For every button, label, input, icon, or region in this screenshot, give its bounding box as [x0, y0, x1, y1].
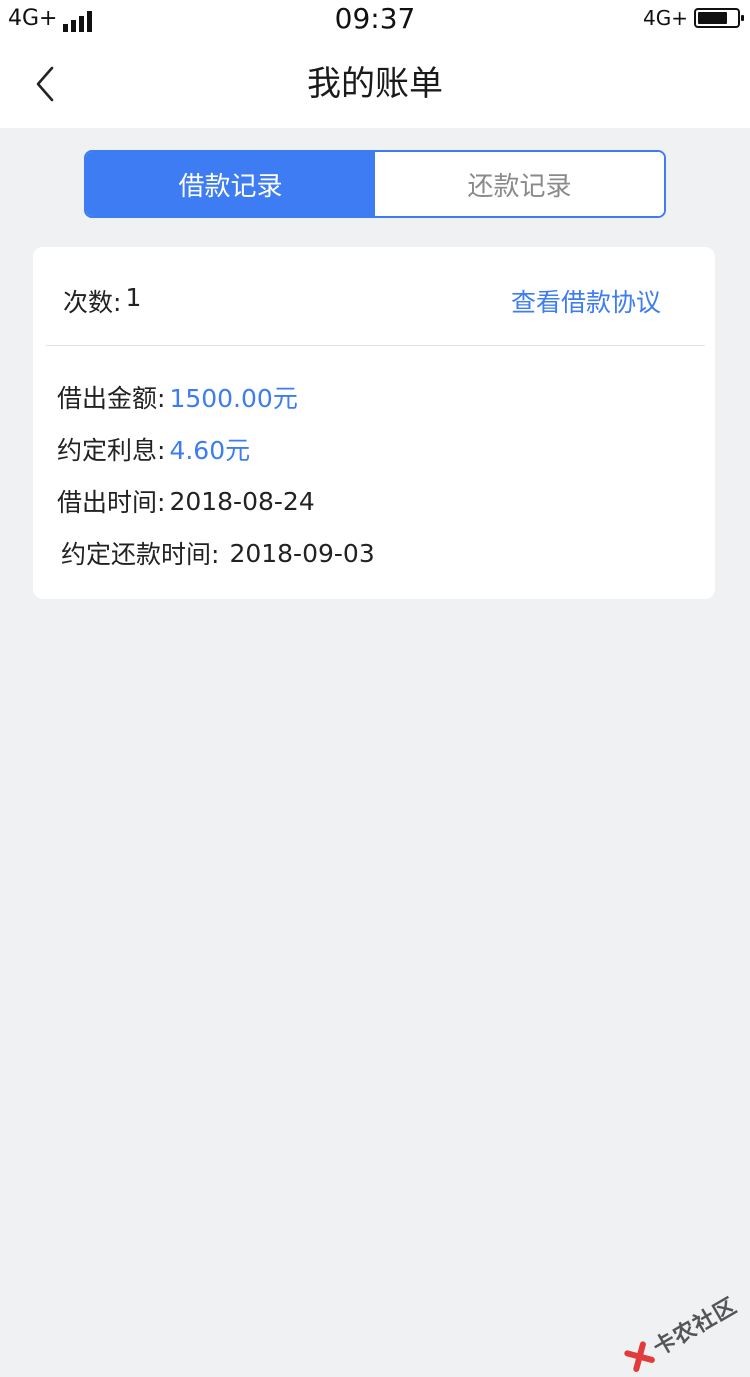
loan-date-value: 2018-08-24: [169, 486, 315, 516]
repayment-date-value: 2018-09-03: [229, 538, 375, 568]
tab-loan-records[interactable]: 借款记录: [86, 152, 375, 216]
loan-count-label: 次数:: [63, 288, 122, 317]
status-time: 09:37: [334, 2, 416, 35]
status-bar: 4G+ 09:37 4G+: [0, 0, 750, 40]
interest-row: 约定利息: 4.60元: [57, 423, 695, 475]
status-right: 4G+: [643, 6, 744, 30]
repayment-date-label: 约定还款时间:: [61, 540, 220, 569]
record-tabs: 借款记录 还款记录: [84, 150, 666, 218]
interest-value: 4.60元: [169, 436, 251, 465]
loan-count: 次数: 1: [63, 283, 141, 319]
card-divider: [46, 345, 705, 346]
loan-date-row: 借出时间: 2018-08-24: [57, 475, 695, 527]
interest-label: 约定利息:: [57, 436, 166, 465]
view-loan-agreement-link[interactable]: 查看借款协议: [511, 283, 661, 319]
tab-repayment-records[interactable]: 还款记录: [375, 152, 664, 216]
loan-amount-value: 1500.00元: [169, 384, 298, 413]
battery-level: [698, 12, 727, 24]
watermark-text: 卡农社区: [649, 1293, 742, 1362]
loan-count-value: 1: [125, 283, 142, 312]
page-title: 我的账单: [307, 64, 443, 104]
loan-amount-row: 借出金额: 1500.00元: [57, 371, 695, 423]
watermark: 卡农社区: [620, 1288, 742, 1377]
repayment-date-row: 约定还款时间: 2018-09-03: [57, 527, 695, 579]
card-header: 次数: 1 查看借款协议: [33, 247, 715, 345]
loan-record-card: 次数: 1 查看借款协议 借出金额: 1500.00元 约定利息: 4.60元 …: [33, 247, 715, 599]
battery-icon: [694, 8, 744, 28]
network-type-right-label: 4G+: [643, 6, 688, 30]
loan-date-label: 借出时间:: [57, 488, 166, 517]
loan-detail-list: 借出金额: 1500.00元 约定利息: 4.60元 借出时间: 2018-08…: [57, 371, 695, 579]
loan-amount-label: 借出金额:: [57, 384, 166, 413]
nav-bar: 我的账单: [0, 40, 750, 128]
